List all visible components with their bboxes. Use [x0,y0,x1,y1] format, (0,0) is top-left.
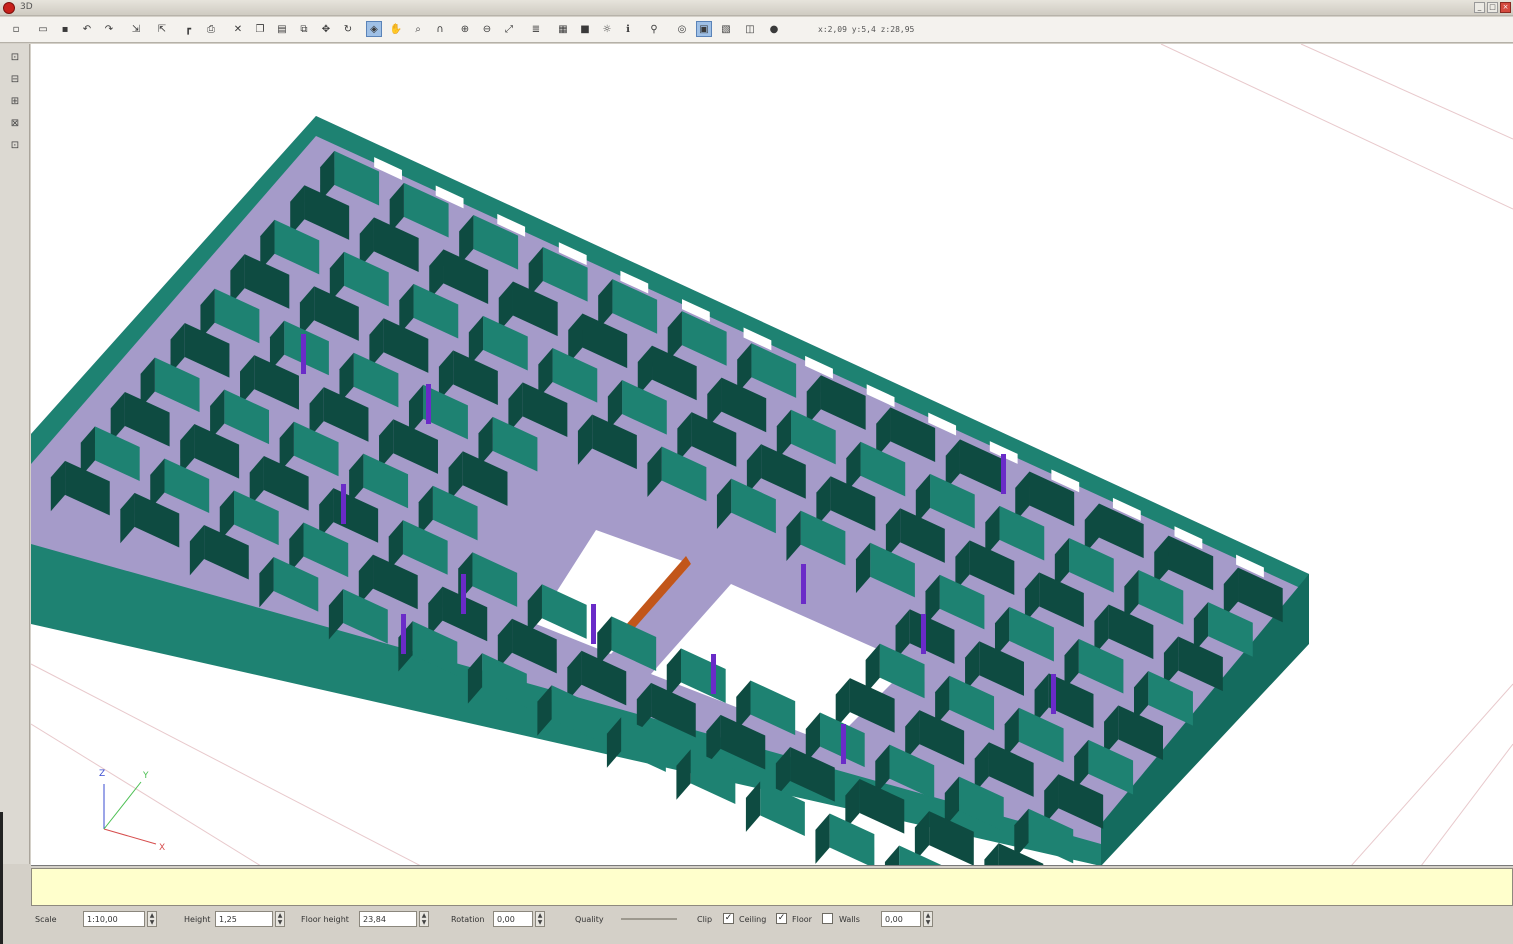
axis-indicator: Z X Y [99,769,165,853]
view-icon[interactable]: ▣ [696,21,712,37]
redo-icon[interactable]: ↷ [101,21,117,37]
column-post [801,564,806,604]
select-tool-icon[interactable]: ⊡ [8,50,22,64]
floor-checkbox[interactable]: ✓ [776,913,787,924]
column-post [426,384,431,424]
clip-label: Clip [697,915,713,924]
zoom-out-icon[interactable]: ⊖ [479,21,495,37]
interior-wall [815,813,830,864]
door-tool-icon[interactable]: ⊞ [8,94,22,108]
window-controls: _ □ × [1474,2,1511,13]
print-icon[interactable]: ⎙ [203,21,219,37]
furniture-tool-icon[interactable]: ⊡ [8,138,22,152]
bottom-strip [0,934,1513,944]
floor-label: Floor [792,915,812,924]
height-spinner[interactable]: ▲ ▼ [275,911,285,927]
walk-icon[interactable]: ⚲ [646,21,662,37]
rotation-label: Rotation [451,915,485,924]
maximize-icon[interactable]: □ [1487,2,1498,13]
column-post [841,724,846,764]
info-icon[interactable]: ℹ [620,21,636,37]
zoom-icon[interactable]: ⌕ [410,21,426,37]
split-icon[interactable]: ◫ [742,21,758,37]
column-post [301,334,306,374]
screen-edge [0,812,3,944]
orbit-icon[interactable]: ∩ [432,21,448,37]
quality-label: Quality [575,915,604,924]
fit-icon[interactable]: ⤢ [501,21,517,37]
title-bar: 3D _ □ × [0,0,1513,16]
column-post [1001,454,1006,494]
scale-input[interactable] [83,911,145,927]
main-toolbar: x:2,09 y:5,4 z:28,95 ▫ ▭ ▪ ↶ ↷ ⇲ ⇱ ┏ ⎙ ✕ ❐ ▤ ⧉ ✥ ↻ ◈ ✋ ⌕ ∩… [0,17,1513,43]
ceiling-label: Ceiling [739,915,767,924]
rotate-icon[interactable]: ↻ [340,21,356,37]
column-post [921,614,926,654]
wall-icon[interactable]: ┏ [180,21,196,37]
column-post [1051,674,1056,714]
minimize-icon[interactable]: _ [1474,2,1485,13]
column-post [711,654,716,694]
floor-height-input[interactable] [359,911,417,927]
status-bar: Scale ▲▼ Height ▲▼ Floor height ▲▼ Rotat… [31,907,1513,933]
interior-wall [884,845,900,865]
wall-tool-icon[interactable]: ⊟ [8,72,22,86]
import-icon[interactable]: ⇲ [128,21,144,37]
ceiling-checkbox[interactable]: ✓ [723,913,734,924]
close-icon[interactable]: × [1500,2,1511,13]
camera-icon[interactable]: ◎ [674,21,690,37]
delete-icon[interactable]: ✕ [230,21,246,37]
layers-icon[interactable]: ≣ [528,21,544,37]
walls-input[interactable] [881,911,921,927]
grid-icon[interactable]: ▦ [555,21,571,37]
undo-icon[interactable]: ↶ [79,21,95,37]
coordinate-readout: x:2,09 y:5,4 z:28,95 [818,25,915,34]
floor-height-spinner[interactable]: ▲ ▼ [419,911,429,927]
floorplan-3d-render[interactable]: Z X Y [31,44,1513,866]
window-tool-icon[interactable]: ⊠ [8,116,22,130]
column-post [591,604,596,644]
height-label: Height [184,915,211,924]
axis-y-label: Y [142,771,149,781]
scale-label: Scale [35,915,57,924]
zoom-in-icon[interactable]: ⊕ [457,21,473,37]
pan-icon[interactable]: ✋ [388,21,404,37]
height-input[interactable] [215,911,273,927]
app-logo-icon [3,2,15,14]
quality-slider[interactable] [621,918,677,920]
rotation-input[interactable] [493,911,533,927]
open-icon[interactable]: ▭ [35,21,51,37]
plan-icon[interactable]: ▧ [718,21,734,37]
left-tool-rail: ⊡ ⊟ ⊞ ⊠ ⊡ [0,44,30,864]
save-icon[interactable]: ▪ [57,21,73,37]
app-window: 3D _ □ × x:2,09 y:5,4 z:28,95 ▫ ▭ ▪ ↶ ↷ ⇲ ⇱ ┏ ⎙ ✕… [0,0,1513,944]
clone-icon[interactable]: ⧉ [296,21,312,37]
new-icon[interactable]: ▫ [8,21,24,37]
move-icon[interactable]: ✥ [318,21,334,37]
axis-z-label: Z [99,769,105,779]
axis-x-label: X [159,843,165,853]
interior-wall [745,781,761,832]
globe-icon[interactable]: ● [766,21,782,37]
3d-viewport[interactable]: Z X Y [31,44,1513,866]
paste-icon[interactable]: ▤ [274,21,290,37]
walls-spinner[interactable]: ▲ ▼ [923,911,933,927]
scale-spinner[interactable]: ▲ ▼ [147,911,157,927]
copy-icon[interactable]: ❐ [252,21,268,37]
column-post [461,574,466,614]
export-icon[interactable]: ⇱ [154,21,170,37]
walls-label: Walls [839,915,860,924]
rotation-spinner[interactable]: ▲ ▼ [535,911,545,927]
window-title: 3D [20,2,33,12]
floor-height-label: Floor height [301,915,349,924]
column-post [401,614,406,654]
light-icon[interactable]: ☼ [599,21,615,37]
render-icon[interactable]: ■ [577,21,593,37]
select-icon[interactable]: ◈ [366,21,382,37]
column-post [341,484,346,524]
interior-wall [984,843,999,865]
message-bar [31,868,1513,906]
walls-checkbox[interactable] [822,913,833,924]
